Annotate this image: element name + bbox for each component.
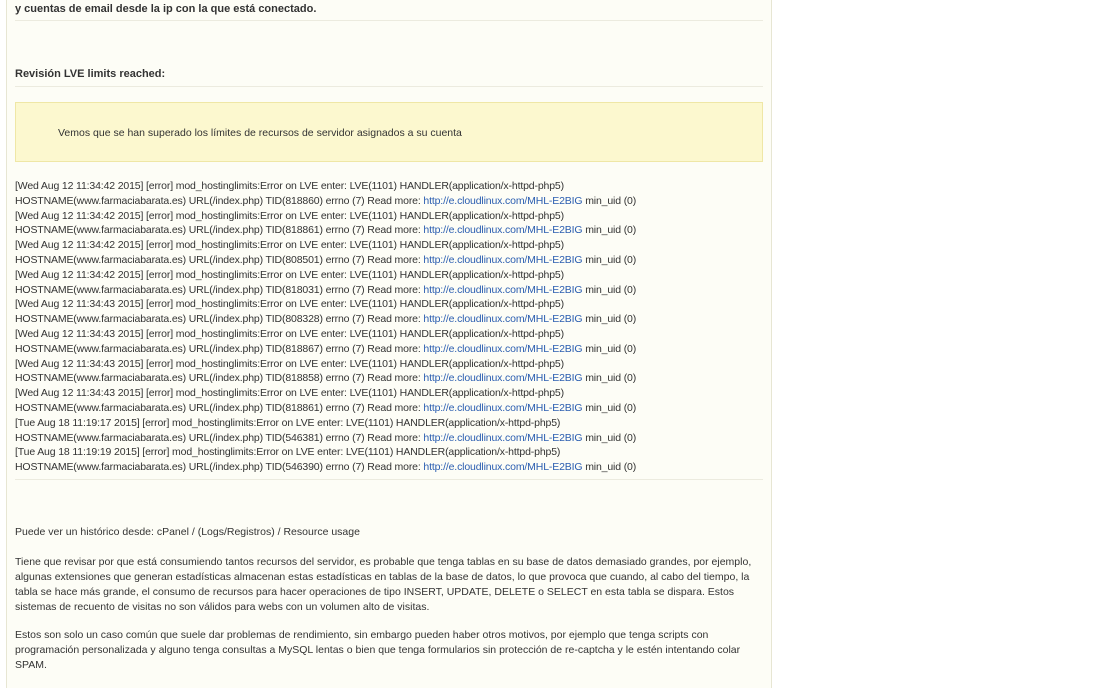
log-host-line: HOSTNAME(www.farmaciabarata.es) URL(/ind… [15,312,763,327]
log-min-uid-text: min_uid (0) [582,372,637,385]
log-min-uid-text: min_uid (0) [582,431,637,444]
log-min-uid-text: min_uid (0) [582,461,637,474]
other-causes-paragraph: Estos son solo un caso común que suele d… [15,629,741,671]
read-more-link[interactable]: http://e.cloudlinux.com/MHL-E2BIG [423,284,582,296]
read-more-link[interactable]: http://e.cloudlinux.com/MHL-E2BIG [423,343,582,355]
log-host-text: HOSTNAME(www.farmaciabarata.es) URL(/ind… [15,194,424,207]
log-host-text: HOSTNAME(www.farmaciabarata.es) URL(/ind… [15,224,424,237]
section-title: Revisión LVE limits reached: [15,68,166,80]
log-host-line: HOSTNAME(www.farmaciabarata.es) URL(/ind… [15,431,763,446]
log-host-line: HOSTNAME(www.farmaciabarata.es) URL(/ind… [15,460,763,475]
explanation-paragraph: Tiene que revisar por que está consumien… [15,556,752,613]
log-host-text: HOSTNAME(www.farmaciabarata.es) URL(/ind… [15,372,424,385]
log-host-line: HOSTNAME(www.farmaciabarata.es) URL(/ind… [15,253,763,268]
log-error-line: [Wed Aug 12 11:34:42 2015] [error] mod_h… [15,180,564,192]
read-more-link[interactable]: http://e.cloudlinux.com/MHL-E2BIG [423,195,582,207]
log-error-line: [Wed Aug 12 11:34:42 2015] [error] mod_h… [15,209,564,222]
log-min-uid-text: min_uid (0) [582,253,637,266]
log-host-line: HOSTNAME(www.farmaciabarata.es) URL(/ind… [15,194,763,209]
log-min-uid-text: min_uid (0) [582,224,637,237]
log-host-text: HOSTNAME(www.farmaciabarata.es) URL(/ind… [15,461,424,474]
log-host-text: HOSTNAME(www.farmaciabarata.es) URL(/ind… [15,342,424,355]
log-error-line: [Wed Aug 12 11:34:42 2015] [error] mod_h… [15,268,564,281]
log-host-line: HOSTNAME(www.farmaciabarata.es) URL(/ind… [15,371,763,386]
log-error-line: [Wed Aug 12 11:34:43 2015] [error] mod_h… [15,357,564,370]
divider [15,86,763,87]
log-min-uid-text: min_uid (0) [582,313,637,326]
divider [15,20,763,21]
log-host-text: HOSTNAME(www.farmaciabarata.es) URL(/ind… [15,283,424,296]
read-more-link[interactable]: http://e.cloudlinux.com/MHL-E2BIG [423,461,582,473]
read-more-link[interactable]: http://e.cloudlinux.com/MHL-E2BIG [423,313,582,325]
intro-text: y cuentas de email desde la ip con la qu… [15,3,317,15]
log-min-uid-text: min_uid (0) [582,283,637,296]
log-error-line: [Wed Aug 12 11:34:42 2015] [error] mod_h… [15,239,564,252]
read-more-link[interactable]: http://e.cloudlinux.com/MHL-E2BIG [423,254,582,266]
read-more-link[interactable]: http://e.cloudlinux.com/MHL-E2BIG [423,402,582,414]
history-text: Puede ver un histórico desde: cPanel / (… [15,526,360,538]
log-error-line: [Tue Aug 18 11:19:17 2015] [error] mod_h… [15,416,561,429]
log-host-text: HOSTNAME(www.farmaciabarata.es) URL(/ind… [15,431,424,444]
log-host-text: HOSTNAME(www.farmaciabarata.es) URL(/ind… [15,401,424,414]
log-host-text: HOSTNAME(www.farmaciabarata.es) URL(/ind… [15,313,424,326]
log-min-uid-text: min_uid (0) [582,401,637,414]
warning-alert: Vemos que se han superado los límites de… [15,102,763,162]
log-error-line: [Wed Aug 12 11:34:43 2015] [error] mod_h… [15,327,564,340]
read-more-link[interactable]: http://e.cloudlinux.com/MHL-E2BIG [423,224,582,236]
read-more-link[interactable]: http://e.cloudlinux.com/MHL-E2BIG [423,372,582,384]
read-more-link[interactable]: http://e.cloudlinux.com/MHL-E2BIG [423,432,582,444]
alert-text: Vemos que se han superado los límites de… [58,127,462,139]
log-host-line: HOSTNAME(www.farmaciabarata.es) URL(/ind… [15,342,763,357]
log-host-line: HOSTNAME(www.farmaciabarata.es) URL(/ind… [15,401,763,416]
log-error-line: [Wed Aug 12 11:34:43 2015] [error] mod_h… [15,298,564,311]
divider [15,479,763,480]
error-log: [Wed Aug 12 11:34:42 2015] [error] mod_h… [15,179,763,475]
log-error-line: [Tue Aug 18 11:19:19 2015] [error] mod_h… [15,446,561,459]
log-host-text: HOSTNAME(www.farmaciabarata.es) URL(/ind… [15,253,424,266]
log-error-line: [Wed Aug 12 11:34:43 2015] [error] mod_h… [15,387,564,400]
log-min-uid-text: min_uid (0) [582,194,637,207]
log-min-uid-text: min_uid (0) [582,342,637,355]
log-host-line: HOSTNAME(www.farmaciabarata.es) URL(/ind… [15,223,763,238]
log-host-line: HOSTNAME(www.farmaciabarata.es) URL(/ind… [15,283,763,298]
